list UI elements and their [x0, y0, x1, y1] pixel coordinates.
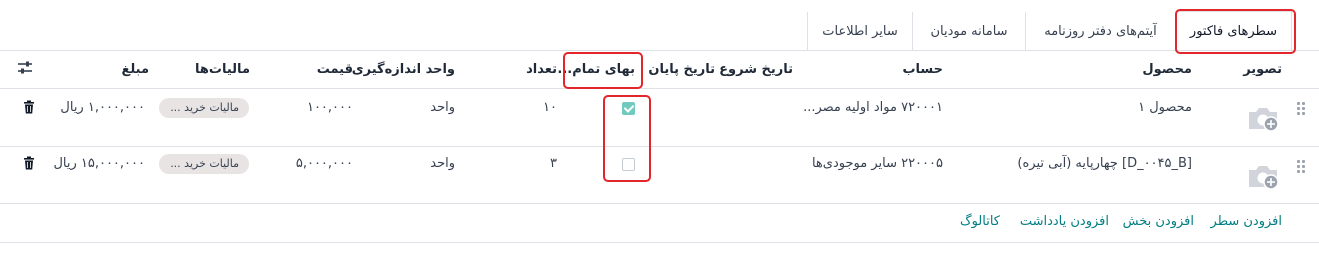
- col-amount-header[interactable]: مبلغ: [121, 62, 149, 77]
- tab-label: سایر اطلاعات: [822, 23, 898, 39]
- add-image-icon[interactable]: [1246, 104, 1280, 132]
- uom-cell[interactable]: واحد: [430, 100, 455, 115]
- col-price-header[interactable]: قیمت: [317, 62, 353, 77]
- tab-other-info[interactable]: سایر اطلاعات: [808, 11, 912, 51]
- tax-badge[interactable]: مالیات خرید ...: [159, 154, 249, 174]
- tab-tax-system[interactable]: سامانه مودیان: [913, 11, 1025, 51]
- add-line-link[interactable]: افزودن سطر: [1211, 214, 1282, 229]
- col-image-header[interactable]: تصویر: [1243, 62, 1282, 77]
- delete-row-icon[interactable]: [22, 100, 36, 114]
- tab-label: سامانه مودیان: [930, 23, 1008, 39]
- account-cell[interactable]: ۲۲۰۰۰۵ سایر موجودی‌ها: [812, 156, 943, 171]
- col-product-header[interactable]: محصول: [1142, 62, 1192, 77]
- col-deferred-header[interactable]: بهای تمام...: [557, 62, 635, 77]
- col-end-date-header[interactable]: تاریخ پایان: [648, 62, 715, 77]
- uom-cell[interactable]: واحد: [430, 156, 455, 171]
- tab-divider: [807, 12, 808, 50]
- tab-label: آیتم‌های دفتر روزنامه: [1044, 23, 1157, 39]
- quantity-cell[interactable]: ۱۰: [543, 100, 557, 115]
- account-cell[interactable]: ۷۲۰۰۰۱ مواد اولیه مصر...: [803, 100, 943, 115]
- tab-divider: [912, 12, 913, 50]
- product-cell[interactable]: [D_۰۰۴۵_B] چهارپایه (آبی تیره): [1017, 156, 1192, 171]
- price-cell[interactable]: ۵,۰۰۰,۰۰۰: [296, 156, 353, 171]
- col-account-header[interactable]: حساب: [902, 62, 943, 77]
- product-cell[interactable]: محصول ۱: [1138, 100, 1192, 115]
- footer-divider: [0, 242, 1319, 243]
- optional-columns-icon[interactable]: [16, 59, 34, 77]
- amount-cell: ۱,۰۰۰,۰۰۰ ریال: [60, 100, 145, 115]
- catalog-link[interactable]: کاتالوگ: [960, 214, 1000, 229]
- col-taxes-header[interactable]: مالیات‌ها: [195, 62, 250, 77]
- deferred-checkbox[interactable]: [622, 102, 635, 115]
- col-start-date-header[interactable]: تاریخ شروع: [719, 62, 793, 77]
- drag-handle-icon[interactable]: [1297, 102, 1305, 116]
- tax-badge[interactable]: مالیات خرید ...: [159, 98, 249, 118]
- tab-label: سطرهای فاکتور: [1189, 24, 1278, 39]
- add-section-link[interactable]: افزودن بخش: [1123, 214, 1194, 229]
- add-image-icon[interactable]: [1246, 162, 1280, 190]
- tab-invoice-lines[interactable]: سطرهای فاکتور: [1175, 11, 1292, 52]
- tab-journal-items[interactable]: آیتم‌های دفتر روزنامه: [1026, 11, 1175, 51]
- add-note-link[interactable]: افزودن یادداشت: [1020, 214, 1109, 229]
- quantity-cell[interactable]: ۳: [550, 156, 557, 171]
- drag-handle-icon[interactable]: [1297, 160, 1305, 174]
- amount-cell: ۱۵,۰۰۰,۰۰۰ ریال: [53, 156, 145, 171]
- col-uom-header[interactable]: واحد اندازه‌گیری: [352, 62, 455, 77]
- deferred-checkbox[interactable]: [622, 158, 635, 171]
- delete-row-icon[interactable]: [22, 156, 36, 170]
- tab-divider: [1025, 12, 1026, 50]
- price-cell[interactable]: ۱۰۰,۰۰۰: [307, 100, 353, 115]
- col-quantity-header[interactable]: تعداد: [526, 62, 557, 77]
